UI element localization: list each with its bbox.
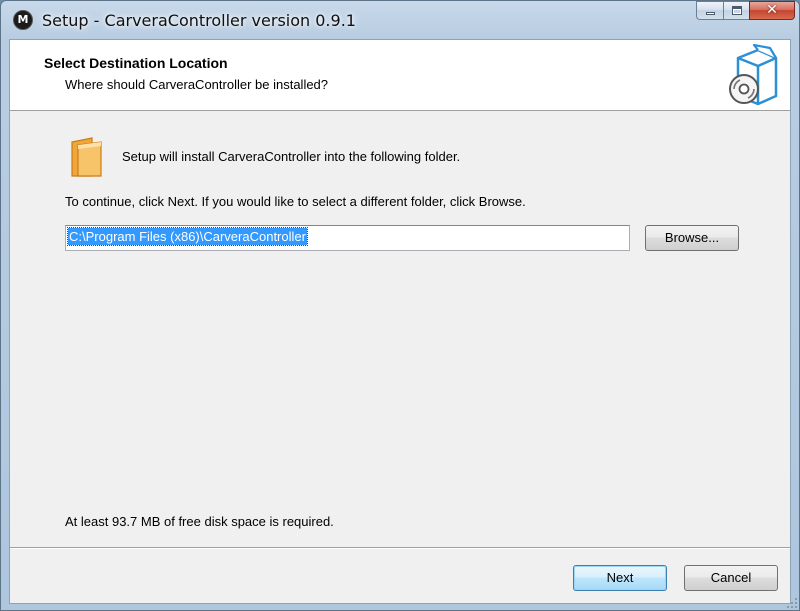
cancel-button[interactable]: Cancel <box>684 565 778 591</box>
continue-instructions: To continue, click Next. If you would li… <box>65 194 526 209</box>
folder-icon <box>71 137 102 177</box>
install-path-input[interactable]: C:\Program Files (x86)\CarveraController <box>65 225 630 251</box>
install-path-value: C:\Program Files (x86)\CarveraController <box>67 227 308 246</box>
maximize-button[interactable] <box>723 1 749 20</box>
wizard-header: Select Destination Location Where should… <box>10 40 790 111</box>
page-title: Select Destination Location <box>44 55 228 71</box>
caption-buttons: ✕ <box>696 1 795 21</box>
wizard-page: Select Destination Location Where should… <box>9 39 791 604</box>
minimize-button[interactable] <box>696 1 723 20</box>
next-button[interactable]: Next <box>573 565 667 591</box>
disk-space-text: At least 93.7 MB of free disk space is r… <box>65 514 334 529</box>
resize-grip-icon[interactable] <box>786 597 798 609</box>
app-icon: M <box>13 10 33 30</box>
browse-button[interactable]: Browse... <box>645 225 739 251</box>
title-bar[interactable]: M Setup - CarveraController version 0.9.… <box>1 1 800 39</box>
setup-box-disc-icon <box>729 44 778 106</box>
footer-divider <box>10 547 790 549</box>
close-button[interactable]: ✕ <box>749 1 795 20</box>
minimize-icon <box>706 12 715 15</box>
close-icon: ✕ <box>766 2 778 18</box>
maximize-icon <box>732 6 742 15</box>
page-subtitle: Where should CarveraController be instal… <box>65 77 329 92</box>
install-folder-text: Setup will install CarveraController int… <box>122 149 461 164</box>
window-title: Setup - CarveraController version 0.9.1 <box>42 11 356 30</box>
setup-window: M Setup - CarveraController version 0.9.… <box>0 0 800 611</box>
